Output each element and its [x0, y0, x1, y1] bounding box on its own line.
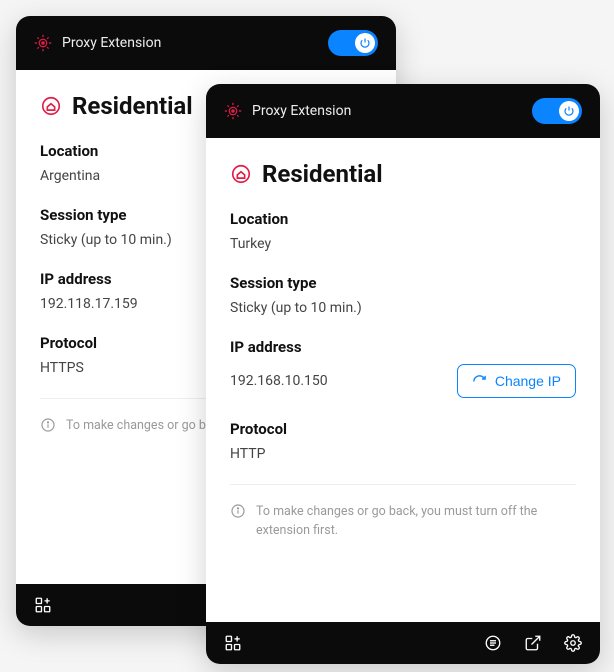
app-title: Proxy Extension: [252, 103, 351, 119]
change-ip-button[interactable]: Change IP: [457, 364, 576, 398]
divider: [230, 484, 576, 485]
external-link-icon[interactable]: [524, 634, 542, 652]
location-field: Location Turkey: [230, 210, 576, 252]
info-icon: [40, 417, 56, 433]
ip-field: IP address 192.168.10.150 Change IP: [230, 338, 576, 398]
footer-right: [484, 634, 582, 652]
apps-icon[interactable]: [34, 596, 52, 614]
protocol-value: HTTP: [230, 446, 576, 462]
target-icon: [34, 34, 52, 52]
ip-label: IP address: [230, 338, 576, 356]
proxy-type-title: Residential: [72, 92, 193, 120]
session-value: Sticky (up to 10 min.): [230, 300, 576, 316]
proxy-panel-front: Proxy Extension Residential Location Tur…: [206, 84, 600, 664]
change-ip-label: Change IP: [495, 373, 561, 389]
header-left: Proxy Extension: [224, 102, 351, 120]
proxy-type-title: Residential: [262, 160, 383, 188]
header: Proxy Extension: [16, 16, 396, 70]
power-toggle[interactable]: [532, 98, 582, 124]
refresh-icon: [472, 374, 487, 389]
session-field: Session type Sticky (up to 10 min.): [230, 274, 576, 316]
protocol-label: Protocol: [230, 420, 576, 438]
target-icon: [224, 102, 242, 120]
footer: [206, 622, 600, 664]
session-label: Session type: [230, 274, 576, 292]
home-icon: [40, 95, 62, 117]
home-icon: [230, 163, 252, 185]
header-left: Proxy Extension: [34, 34, 161, 52]
toggle-knob: [559, 101, 579, 121]
note: To make changes or go back, you must tur…: [230, 497, 576, 551]
toggle-knob: [355, 33, 375, 53]
power-toggle[interactable]: [328, 30, 378, 56]
header: Proxy Extension: [206, 84, 600, 138]
ip-value: 192.168.10.150: [230, 373, 328, 389]
proxy-type-row: Residential: [230, 160, 576, 188]
list-icon[interactable]: [484, 634, 502, 652]
content: Residential Location Turkey Session type…: [206, 138, 600, 622]
info-icon: [230, 503, 246, 519]
location-value: Turkey: [230, 236, 576, 252]
location-label: Location: [230, 210, 576, 228]
gear-icon[interactable]: [564, 634, 582, 652]
apps-icon[interactable]: [224, 634, 242, 652]
app-title: Proxy Extension: [62, 35, 161, 51]
note-text: To make changes or go back, you must tur…: [256, 503, 576, 541]
protocol-field: Protocol HTTP: [230, 420, 576, 462]
